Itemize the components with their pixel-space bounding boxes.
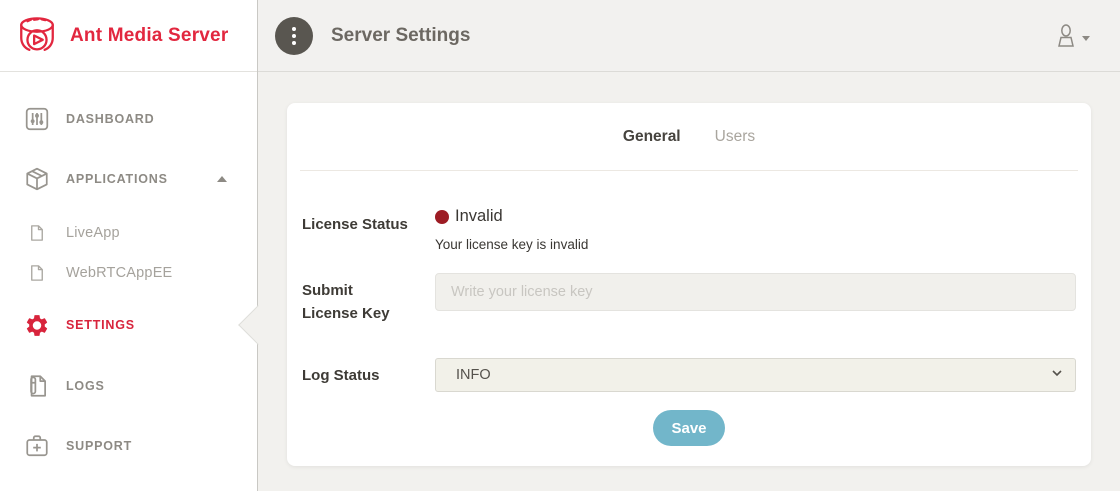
sidebar-item-logs[interactable]: LOGS bbox=[0, 362, 257, 410]
support-icon bbox=[24, 433, 50, 459]
license-status-caption: Your license key is invalid bbox=[435, 237, 1076, 252]
main-area: Server Settings General Users bbox=[258, 0, 1120, 491]
tabs: General Users bbox=[287, 103, 1091, 170]
license-status-row: License Status Invalid Your license key … bbox=[302, 207, 1076, 252]
sidebar-item-liveapp[interactable]: LiveApp bbox=[0, 213, 257, 253]
dashboard-icon bbox=[24, 106, 50, 132]
settings-form: License Status Invalid Your license key … bbox=[287, 171, 1091, 446]
brand[interactable]: Ant Media Server bbox=[0, 0, 257, 72]
sidebar-item-label: LiveApp bbox=[66, 225, 120, 241]
collapse-caret-icon[interactable] bbox=[217, 176, 227, 182]
file-icon bbox=[28, 224, 46, 242]
tab-general[interactable]: General bbox=[623, 128, 681, 146]
license-status-value: Invalid bbox=[435, 207, 1076, 226]
sidebar-item-label: APPLICATIONS bbox=[66, 172, 168, 186]
topbar: Server Settings bbox=[258, 0, 1120, 72]
log-status-label: Log Status bbox=[302, 358, 435, 387]
applications-icon bbox=[24, 166, 50, 192]
license-key-input[interactable] bbox=[435, 273, 1076, 311]
sidebar-item-label: WebRTCAppEE bbox=[66, 265, 172, 281]
gear-icon bbox=[24, 312, 50, 338]
ant-media-logo-icon bbox=[14, 15, 60, 57]
sidebar-item-settings[interactable]: SETTINGS bbox=[0, 301, 257, 349]
license-status-text: Invalid bbox=[455, 207, 503, 226]
submit-license-label-line2: License Key bbox=[302, 302, 435, 325]
save-row: Save bbox=[302, 410, 1076, 446]
sidebar-item-label: LOGS bbox=[66, 379, 105, 393]
sidebar-item-label: SETTINGS bbox=[66, 318, 135, 332]
submit-license-label: Submit License Key bbox=[302, 273, 435, 325]
app-window: Ant Media Server DASHBOARD bbox=[0, 0, 1120, 491]
kebab-dot bbox=[292, 27, 296, 31]
user-icon bbox=[1055, 23, 1077, 49]
sidebar-item-label: DASHBOARD bbox=[66, 112, 154, 126]
sidebar-item-webrtcappee[interactable]: WebRTCAppEE bbox=[0, 253, 257, 293]
settings-card: General Users License Status Invalid You… bbox=[287, 103, 1091, 466]
brand-name: Ant Media Server bbox=[70, 25, 228, 47]
log-status-row: Log Status INFO bbox=[302, 358, 1076, 392]
kebab-dot bbox=[292, 41, 296, 45]
sidebar-item-label: SUPPORT bbox=[66, 439, 132, 453]
tab-users[interactable]: Users bbox=[715, 128, 755, 146]
user-menu[interactable] bbox=[1055, 23, 1090, 49]
license-status-label: License Status bbox=[302, 207, 435, 236]
sidebar-nav: DASHBOARD APPLICATIONS bbox=[0, 72, 257, 470]
log-status-select[interactable]: INFO bbox=[435, 358, 1076, 392]
kebab-dot bbox=[292, 34, 296, 38]
logs-icon bbox=[24, 373, 50, 399]
sidebar-item-support[interactable]: SUPPORT bbox=[0, 422, 257, 470]
submit-license-row: Submit License Key bbox=[302, 273, 1076, 325]
chevron-down-icon bbox=[1082, 36, 1090, 41]
content: General Users License Status Invalid You… bbox=[258, 72, 1120, 491]
status-dot-icon bbox=[435, 210, 449, 224]
sidebar-item-applications[interactable]: APPLICATIONS bbox=[0, 155, 257, 203]
page-title: Server Settings bbox=[331, 25, 470, 47]
kebab-menu-button[interactable] bbox=[275, 17, 313, 55]
save-button[interactable]: Save bbox=[653, 410, 724, 446]
sidebar-item-dashboard[interactable]: DASHBOARD bbox=[0, 95, 257, 143]
submit-license-label-line1: Submit bbox=[302, 279, 435, 302]
file-icon bbox=[28, 264, 46, 282]
sidebar: Ant Media Server DASHBOARD bbox=[0, 0, 258, 491]
